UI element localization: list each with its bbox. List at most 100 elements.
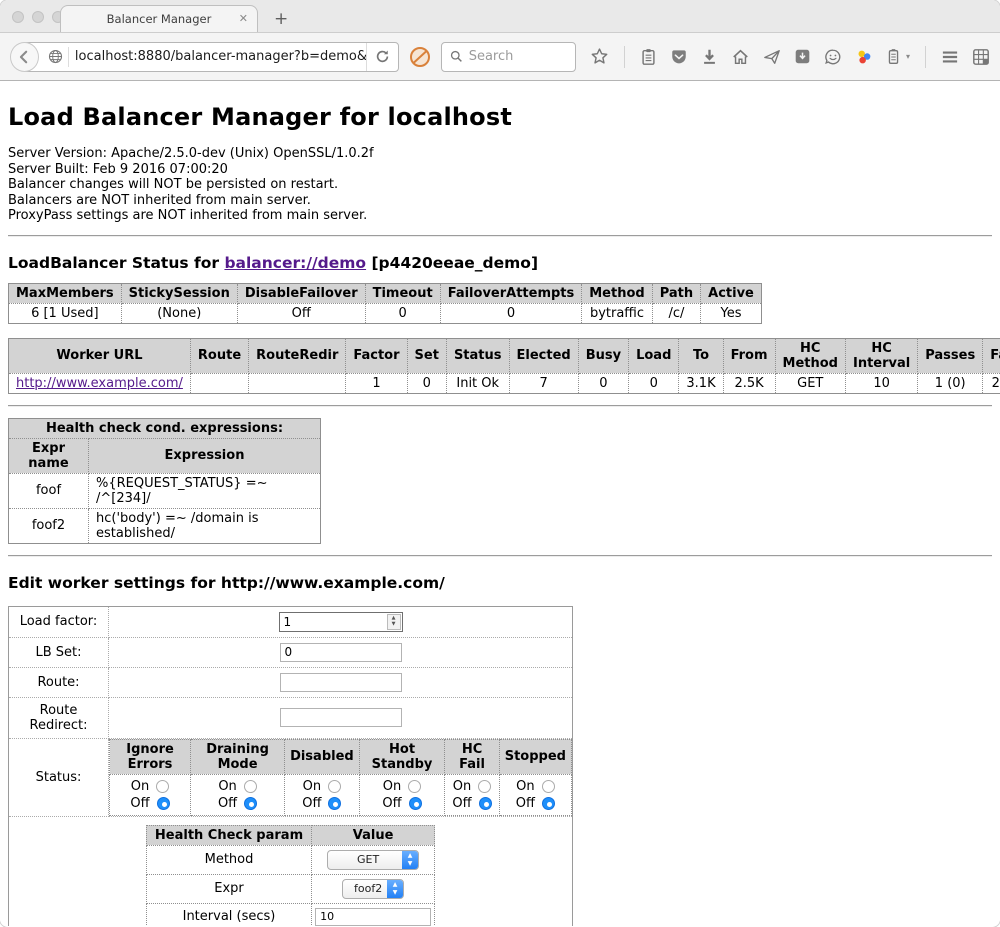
- draining-mode-on-radio[interactable]: [244, 780, 257, 793]
- search-bar[interactable]: Search: [441, 42, 576, 72]
- cell-set: 0: [407, 373, 446, 393]
- route-redirect-input[interactable]: [280, 708, 402, 727]
- divider: [8, 405, 992, 407]
- expr-row: foof2 hc('body') =~ /domain is establish…: [9, 508, 321, 543]
- ignore-errors-off-radio[interactable]: [157, 797, 170, 810]
- on-label: On: [516, 778, 534, 795]
- method-label: Method: [146, 845, 311, 874]
- col-hc-fail: HC Fail: [445, 739, 499, 774]
- new-tab-button[interactable]: +: [274, 11, 288, 28]
- disabled-off-radio[interactable]: [328, 797, 341, 810]
- window-controls: [12, 11, 64, 23]
- method-select[interactable]: GET ▲▼: [327, 850, 419, 870]
- close-window-icon[interactable]: [12, 11, 24, 23]
- tab-bar: Balancer Manager ✕ +: [0, 0, 1000, 32]
- cell-routeredir: [249, 373, 346, 393]
- col-disablefailover: DisableFailover: [237, 283, 365, 303]
- col-fails: Fails: [983, 338, 1000, 373]
- disabled-on-radio[interactable]: [328, 780, 341, 793]
- cell-from: 2.5K: [723, 373, 775, 393]
- download-box-icon[interactable]: [794, 48, 811, 65]
- ignore-errors-on-radio[interactable]: [156, 780, 169, 793]
- col-stopped: Stopped: [499, 739, 571, 774]
- load-factor-input[interactable]: [280, 614, 387, 630]
- col-hc-value: Value: [312, 825, 435, 845]
- stopped-on-radio[interactable]: [542, 780, 555, 793]
- col-from: From: [723, 338, 775, 373]
- minimize-window-icon[interactable]: [32, 11, 44, 23]
- battery-icon[interactable]: [886, 48, 901, 66]
- tab-close-icon[interactable]: ✕: [239, 12, 248, 25]
- on-label: On: [303, 778, 321, 795]
- col-status: Status: [446, 338, 509, 373]
- hc-fail-on-radio[interactable]: [478, 780, 491, 793]
- reload-button[interactable]: [366, 43, 398, 71]
- expr-selected-value: foof2: [353, 882, 387, 895]
- col-expression: Expression: [89, 438, 321, 473]
- heading-prefix: LoadBalancer Status for: [8, 254, 224, 272]
- disabled-options: On Off: [285, 774, 360, 815]
- load-factor-row: Load factor: ▲▼: [9, 606, 573, 637]
- draining-mode-options: On Off: [191, 774, 285, 815]
- url-bar[interactable]: localhost:8880/balancer-manager?b=demo&w…: [23, 42, 399, 72]
- expr-select[interactable]: foof2 ▲▼: [342, 879, 404, 899]
- col-draining-mode: Draining Mode: [191, 739, 285, 774]
- hc-fail-off-radio[interactable]: [479, 797, 492, 810]
- col-active: Active: [701, 283, 762, 303]
- status-row: Status: Ignore Errors Draining Mode Disa…: [9, 738, 573, 816]
- col-hot-standby: Hot Standby: [359, 739, 445, 774]
- hot-standby-on-radio[interactable]: [408, 780, 421, 793]
- route-input[interactable]: [280, 673, 402, 692]
- route-redirect-label: Route Redirect:: [9, 697, 109, 738]
- col-busy: Busy: [578, 338, 628, 373]
- col-to: To: [679, 338, 723, 373]
- cell-to: 3.1K: [679, 373, 723, 393]
- off-label: Off: [302, 795, 321, 812]
- menu-icon[interactable]: [941, 49, 959, 65]
- number-spinner-icon[interactable]: ▲▼: [387, 614, 401, 630]
- interval-input[interactable]: [315, 908, 431, 926]
- lb-set-input[interactable]: [280, 643, 402, 662]
- col-elected: Elected: [509, 338, 578, 373]
- dropdown-caret-icon[interactable]: ▾: [906, 52, 910, 61]
- clipboard-icon[interactable]: [640, 48, 657, 66]
- balancer-link[interactable]: balancer://demo: [224, 254, 366, 272]
- off-label: Off: [130, 795, 149, 812]
- download-icon[interactable]: [701, 48, 718, 66]
- content-blocker-icon[interactable]: [409, 46, 431, 68]
- draining-mode-off-radio[interactable]: [244, 797, 257, 810]
- url-text[interactable]: localhost:8880/balancer-manager?b=demo&w…: [75, 49, 366, 64]
- tab-title: Balancer Manager: [107, 12, 212, 26]
- back-icon: [17, 50, 31, 64]
- worker-url-link[interactable]: http://www.example.com/: [16, 376, 183, 391]
- smiley-icon[interactable]: [824, 48, 842, 66]
- hot-standby-off-radio[interactable]: [409, 797, 422, 810]
- pocket-icon[interactable]: [670, 48, 688, 66]
- bookmark-star-icon[interactable]: [590, 47, 609, 66]
- back-button[interactable]: [10, 42, 39, 72]
- navigation-toolbar: localhost:8880/balancer-manager?b=demo&w…: [0, 32, 1000, 81]
- interval-row: Interval (secs): [146, 903, 434, 926]
- route-row: Route:: [9, 667, 573, 697]
- url-divider: [68, 47, 69, 67]
- cell-status: Init Ok: [446, 373, 509, 393]
- divider: [8, 555, 992, 557]
- cell-disablefailover: Off: [237, 303, 365, 323]
- cell-failoverattempts: 0: [440, 303, 582, 323]
- home-icon[interactable]: [731, 48, 750, 66]
- stopped-off-radio[interactable]: [542, 797, 555, 810]
- balancer-status-table: MaxMembers StickySession DisableFailover…: [8, 283, 762, 324]
- browser-tab[interactable]: Balancer Manager ✕: [60, 5, 258, 32]
- cell-stickysession: (None): [121, 303, 237, 323]
- health-check-row: Health Check param Value Method GET ▲▼: [9, 816, 573, 926]
- color-dots-icon[interactable]: [855, 48, 873, 66]
- persist-notice-line: Balancer changes will NOT be persisted o…: [8, 177, 992, 193]
- search-placeholder: Search: [469, 49, 514, 64]
- hc-fail-options: On Off: [445, 774, 499, 815]
- grid-icon[interactable]: [972, 48, 990, 66]
- send-icon[interactable]: [763, 48, 781, 66]
- worker-status-table: Worker URL Route RouteRedir Factor Set S…: [8, 338, 1000, 394]
- col-ignore-errors: Ignore Errors: [110, 739, 191, 774]
- route-label: Route:: [9, 667, 109, 697]
- stopped-options: On Off: [499, 774, 571, 815]
